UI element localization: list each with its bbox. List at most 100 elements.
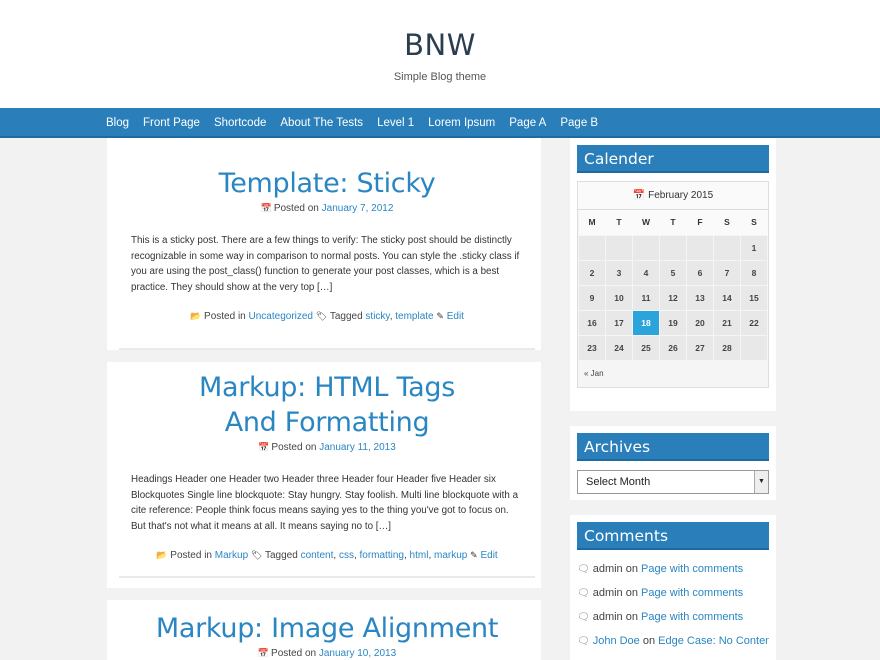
calendar-day: 28 [713,334,741,361]
tags-icon: 🏷 [250,550,263,560]
post-title[interactable]: Markup: HTML Tags And Formatting [119,370,535,440]
archives-select-value: Select Month [586,476,651,488]
comment-on-label: on [642,635,656,647]
tag-link[interactable]: sticky [365,311,389,322]
chevron-down-icon[interactable]: ▼ [754,471,768,493]
calendar-day: 2 [578,259,606,286]
calendar-empty-day [740,334,768,361]
post-separator [107,350,541,362]
calendar-weekday: M [578,210,606,235]
comment-author: admin [592,587,623,599]
nav-item-about-the-tests[interactable]: About The Tests [280,108,363,138]
calendar-day: 5 [659,259,687,286]
recent-comments-list: 🗨 admin on Page with comments 🗨 admin on Pa… [577,557,769,660]
comment-icon: 🗨 [577,612,590,623]
comment-on-label: on [625,587,638,599]
calendar-month: February 2015 [648,190,714,201]
comment-on-label: on [625,563,638,575]
category-link[interactable]: Uncategorized [249,311,313,322]
post-date-link[interactable]: January 11, 2013 [319,442,396,453]
comment-icon: 🗨 [577,588,590,599]
nav-item-page-a[interactable]: Page A [509,108,546,138]
post-separator [107,588,541,600]
calendar-day: 15 [740,284,768,311]
folder-icon: 📂 [190,311,202,321]
tag-link[interactable]: markup [434,550,467,561]
calendar-empty-day [713,234,741,261]
calendar-table: MTWTFSS 1 2 3 4 5 6 7 8 9 10 11 12 13 14 15 16 17 18 19 20 2… [578,210,768,361]
calendar-icon: 📅 [632,190,646,201]
post-title[interactable]: Markup: Image Alignment [119,611,535,646]
post-title[interactable]: Template: Sticky [119,166,535,201]
calendar-empty-day [659,234,687,261]
posted-on-label: Posted on [271,442,317,453]
post-date-meta: 📅 Posted on January 10, 2013 [119,648,535,659]
calendar-weekday: S [740,210,768,235]
calendar-prev-link[interactable]: « Jan [578,360,768,387]
archives-widget-title: Archives [577,433,769,461]
post-date-link[interactable]: January 7, 2012 [322,203,394,214]
tag-link[interactable]: template [395,311,433,322]
tag-link[interactable]: html [410,550,429,561]
calendar-weekday: W [632,210,660,235]
post-template-sticky: Template: Sticky 📅 Posted on January 7, 2… [119,150,535,350]
calendar-icon: 📅 [260,203,272,213]
edit-link[interactable]: Edit [447,311,464,322]
site-title[interactable]: BNW [0,28,880,62]
comment-post-link[interactable]: Page with comments [641,587,743,599]
edit-link[interactable]: Edit [480,550,497,561]
calendar-empty-day [578,234,606,261]
post-date-link[interactable]: January 10, 2013 [319,648,396,659]
comment-post-link[interactable]: Edge Case: No Content [658,635,769,647]
nav-item-blog[interactable]: Blog [106,108,129,138]
folder-icon: 📂 [156,550,168,560]
calendar-day: 4 [632,259,660,286]
comment-post-link[interactable]: Page with comments [641,611,743,623]
calendar-day: 8 [740,259,768,286]
nav-item-lorem-ipsum[interactable]: Lorem Ipsum [428,108,495,138]
calendar-widget-title: Calender [577,145,769,173]
calendar-day: 13 [686,284,714,311]
calendar-weekday: T [605,210,633,235]
posted-in-label: Posted in [204,311,246,322]
tag-link[interactable]: css [339,550,354,561]
calendar-day: 3 [605,259,633,286]
comment-post-link[interactable]: Page with comments [641,563,743,575]
calendar-day: 26 [659,334,687,361]
calendar-day: 17 [605,309,633,336]
nav-item-shortcode[interactable]: Shortcode [214,108,266,138]
posted-on-label: Posted on [271,648,317,659]
tag-link[interactable]: content [301,550,334,561]
post-excerpt: This is a sticky post. There are a few t… [131,235,520,293]
post-date-meta: 📅 Posted on January 11, 2013 [119,442,535,453]
calendar-day: 14 [713,284,741,311]
site-header: BNW Simple Blog theme [0,0,880,108]
post-date-meta: 📅 Posted on January 7, 2012 [119,203,535,214]
calendar-day: 20 [686,309,714,336]
nav-item-front-page[interactable]: Front Page [143,108,200,138]
calendar-day: 25 [632,334,660,361]
category-link[interactable]: Markup [215,550,248,561]
calendar-empty-day [632,234,660,261]
comment-icon: 🗨 [577,636,590,647]
nav-item-page-b[interactable]: Page B [560,108,598,138]
archives-month-select[interactable]: Select Month ▼ [577,470,769,494]
comment-author: admin [592,563,623,575]
nav-item-level-1[interactable]: Level 1 [377,108,414,138]
calendar-day[interactable]: 18 [632,309,660,336]
comment-author: admin [592,611,623,623]
calendar-day: 11 [632,284,660,311]
tagged-label: Tagged [329,311,363,322]
calendar-icon: 📅 [258,442,270,452]
post-markup-html-tags: Markup: HTML Tags And Formatting 📅 Posted… [119,362,535,578]
posted-in-label: Posted in [170,550,212,561]
comment-author[interactable]: John Doe [593,635,640,647]
comment-item: 🗨 admin on Page with comments [577,557,769,581]
pencil-icon: ✎ [436,311,444,321]
comment-item: 🗨 admin on Page with comments [577,605,769,629]
comment-icon: 🗨 [577,564,590,575]
comment-item: 🗨Jane Doe on Protected: Template: [577,653,769,660]
tag-link[interactable]: formatting [360,550,404,561]
archives-widget: Archives Select Month ▼ [570,426,776,500]
site-description: Simple Blog theme [393,71,487,83]
